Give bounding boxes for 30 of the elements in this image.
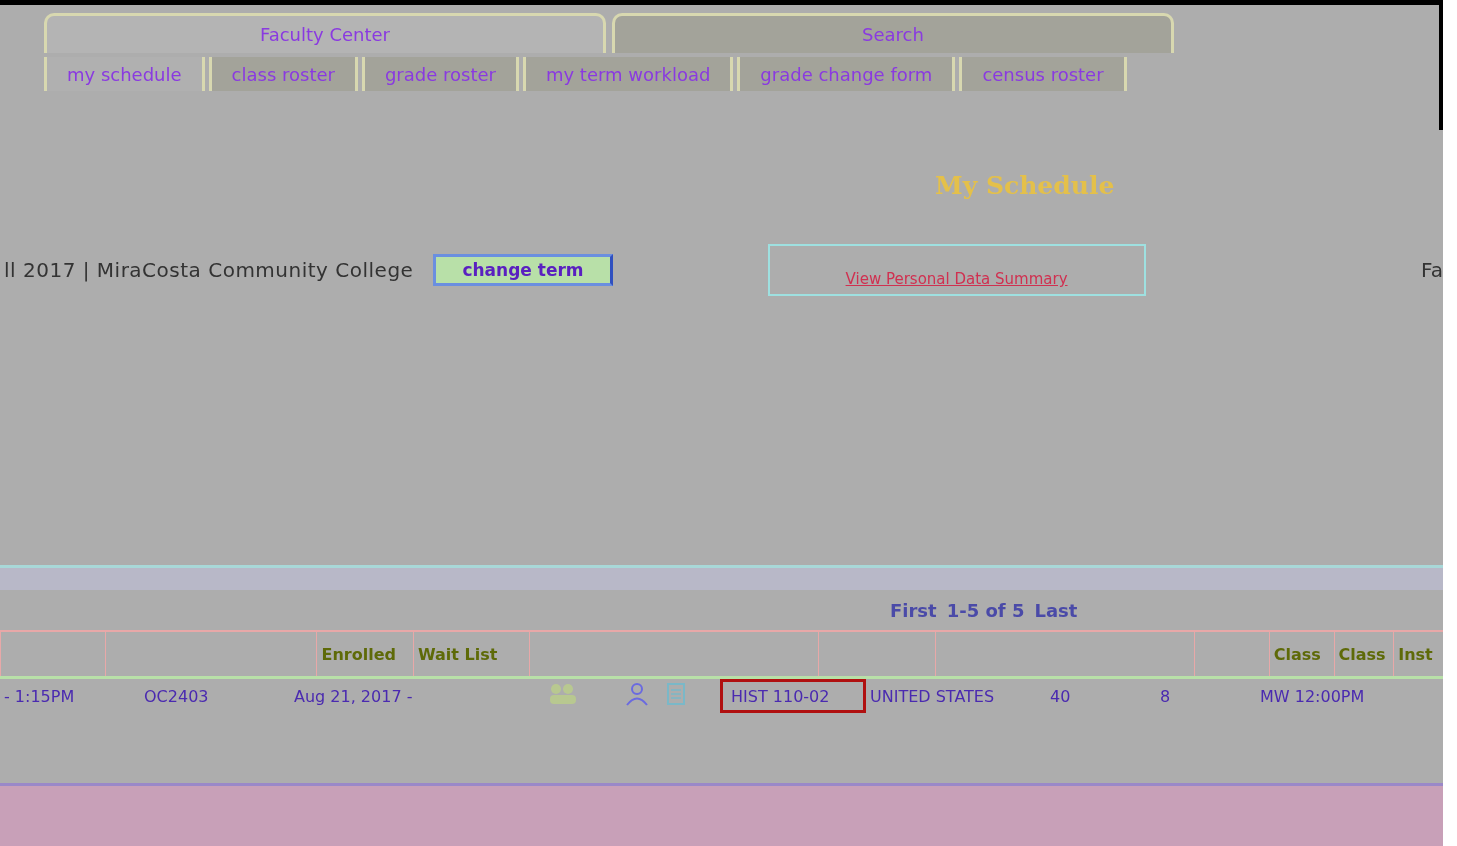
table-cell-text: MW 12:00PM	[1259, 686, 1366, 706]
table-cell-text: - 1:15PM	[3, 686, 76, 706]
table-cell-text: 40	[1049, 686, 1072, 706]
sub-tab[interactable]: grade roster	[361, 57, 519, 91]
personal-data-link[interactable]: View Personal Data Summary	[845, 270, 1068, 288]
last-link[interactable]: Last	[1034, 599, 1078, 621]
sub-tab[interactable]: class roster	[208, 57, 358, 91]
top-tab[interactable]: Faculty Center	[44, 13, 606, 53]
page-title: My Schedule	[935, 170, 1115, 200]
column-header: Inst	[1393, 632, 1443, 676]
column-header: Enrolled	[316, 632, 413, 676]
change-term-button[interactable]: change term	[433, 254, 613, 286]
table-cell-text: UNITED STATES	[869, 686, 996, 706]
sub-tab[interactable]: my term workload	[522, 57, 734, 91]
term-text: Fa	[1421, 258, 1443, 282]
column-header: Wait List	[413, 632, 530, 676]
column-header: Class	[1333, 632, 1394, 676]
term-text: ll 2017 | MiraCosta Community College	[4, 258, 414, 282]
first-link[interactable]: First	[890, 599, 937, 621]
pager-range: 1-5 of 5	[946, 599, 1025, 621]
document-icon[interactable]	[666, 682, 686, 706]
sub-tab[interactable]: my schedule	[44, 57, 205, 91]
table-cell-text: Aug 21, 2017 -	[293, 686, 414, 706]
sub-tab[interactable]: grade change form	[737, 57, 956, 91]
top-tab[interactable]: Search	[612, 13, 1174, 53]
table-cell-text: 8	[1159, 686, 1172, 706]
sub-tab[interactable]: census roster	[959, 57, 1127, 91]
table-cell-text: OC2403	[143, 686, 210, 706]
class-link[interactable]: HIST 110-02	[720, 679, 866, 713]
column-header: Class	[1268, 632, 1334, 676]
